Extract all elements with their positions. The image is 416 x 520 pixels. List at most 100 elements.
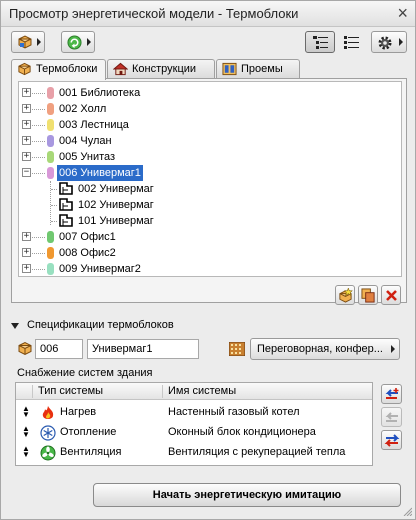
reorder-icon[interactable]: ▲ ▼	[22, 405, 30, 419]
tree-item-label: 007 Офис1	[59, 231, 116, 243]
tree-item[interactable]: + 005 Унитаз	[19, 149, 399, 165]
expand-icon[interactable]: +	[22, 264, 31, 273]
tree-item-label: 005 Унитаз	[59, 151, 116, 163]
tree-view-button[interactable]	[305, 31, 335, 53]
tree-item-label: 002 Холл	[59, 103, 107, 115]
cube-icon	[18, 35, 32, 49]
expand-icon[interactable]: +	[22, 104, 31, 113]
house-icon	[113, 62, 128, 76]
tree-item[interactable]: + 007 Офис1	[19, 229, 399, 245]
section-header[interactable]: Спецификации термоблоков	[27, 319, 174, 331]
refresh-button[interactable]	[61, 31, 95, 53]
remove-system-button[interactable]	[381, 407, 402, 427]
system-row[interactable]: ▲ ▼ Отопление Оконный блок кондиционера	[16, 423, 372, 443]
tab-constructions[interactable]: Конструкции	[107, 59, 215, 79]
expand-icon[interactable]: +	[22, 152, 31, 161]
tree-item-label: 101 Универмаг	[78, 215, 154, 227]
tree-child-item[interactable]: 102 Универмаг	[19, 197, 399, 213]
tree-item-label: 001 Библиотека	[59, 87, 141, 99]
tree-item-label: 009 Универмаг2	[59, 263, 141, 275]
tab-label: Проемы	[241, 63, 283, 75]
tree-child-item[interactable]: 002 Универмаг	[19, 181, 399, 197]
tree-item-selected[interactable]: − 006 Универмаг1	[19, 165, 399, 181]
color-swatch	[47, 151, 54, 163]
expand-icon[interactable]: +	[22, 120, 31, 129]
reorder-icon[interactable]: ▲ ▼	[22, 425, 30, 439]
color-swatch	[47, 119, 54, 131]
settings-button[interactable]	[371, 31, 407, 53]
tree-child-item[interactable]: 101 Универмаг	[19, 213, 399, 229]
expand-icon[interactable]: +	[22, 88, 31, 97]
expand-icon[interactable]: +	[22, 248, 31, 257]
start-simulation-button[interactable]: Начать энергетическую имитацию	[93, 483, 401, 507]
tree-item-label: 006 Универмаг1	[57, 165, 143, 181]
reorder-icon[interactable]: ▲ ▼	[22, 445, 30, 459]
room-icon	[59, 198, 73, 211]
collapse-icon[interactable]: −	[22, 168, 31, 177]
tree-item[interactable]: + 003 Лестница	[19, 117, 399, 133]
thermoblock-id-field[interactable]: 006	[35, 339, 83, 359]
room-icon	[59, 182, 73, 195]
building-systems-list: Тип системы Имя системы ▲ ▼ Нагрев Настен…	[15, 382, 373, 466]
add-system-icon	[385, 388, 399, 399]
swap-icon	[384, 434, 400, 447]
add-system-button[interactable]	[381, 384, 402, 404]
tree-item-label: 003 Лестница	[59, 119, 129, 131]
tree-list-icon	[313, 36, 328, 49]
tree-item[interactable]: + 008 Офис2	[19, 245, 399, 261]
gear-icon	[378, 36, 392, 50]
remove-system-icon	[385, 412, 398, 422]
operation-profile-icon	[229, 342, 245, 356]
tree-item-label: 102 Универмаг	[78, 199, 154, 211]
list-icon	[344, 36, 359, 49]
color-swatch	[47, 247, 54, 259]
thermoblock-icon	[18, 62, 31, 76]
delete-thermoblock-button[interactable]	[381, 285, 401, 305]
system-row[interactable]: ▲ ▼ Вентиляция Вентиляция с рекуперацией …	[16, 443, 372, 463]
tree-item[interactable]: + 009 Универмаг2	[19, 261, 399, 276]
tree-item[interactable]: + 001 Библиотека	[19, 85, 399, 101]
column-header-name[interactable]: Имя системы	[168, 385, 236, 397]
resize-grip-icon[interactable]	[402, 506, 412, 516]
duplicate-thermoblock-button[interactable]	[358, 285, 378, 305]
tab-openings[interactable]: Проемы	[216, 59, 300, 79]
system-type: Нагрев	[60, 406, 97, 418]
thermoblock-icon	[18, 341, 32, 356]
operation-profile-dropdown[interactable]: Переговорная, конфер...	[250, 338, 400, 360]
tree-item-label: 004 Чулан	[59, 135, 112, 147]
new-thermoblock-button[interactable]	[335, 285, 355, 305]
color-swatch	[47, 231, 54, 243]
system-row[interactable]: ▲ ▼ Нагрев Настенный газовый котел	[16, 403, 372, 423]
color-swatch	[47, 263, 54, 275]
model-options-button[interactable]	[11, 31, 45, 53]
thermoblock-tree: + 001 Библиотека + 002 Холл + 003 Лестни…	[18, 81, 402, 277]
list-view-button[interactable]	[337, 31, 365, 53]
duplicate-block-icon	[361, 288, 375, 303]
tab-thermoblocks[interactable]: Термоблоки	[11, 59, 106, 80]
tree-item[interactable]: + 004 Чулан	[19, 133, 399, 149]
window-opening-icon	[222, 62, 237, 76]
tree-item[interactable]: + 002 Холл	[19, 101, 399, 117]
new-block-icon	[339, 288, 353, 303]
expand-icon[interactable]: +	[22, 232, 31, 241]
color-swatch	[47, 135, 54, 147]
color-swatch	[47, 167, 54, 179]
list-header: Тип системы Имя системы	[16, 383, 372, 400]
building-systems-label: Снабжение систем здания	[17, 367, 153, 379]
snowflake-icon	[40, 425, 56, 441]
thermoblock-name-field[interactable]: Универмаг1	[87, 339, 199, 359]
swap-systems-button[interactable]	[381, 430, 402, 450]
window-title: Просмотр энергетической модели - Термобл…	[9, 6, 299, 21]
energy-model-window: Просмотр энергетической модели - Термобл…	[0, 0, 416, 520]
close-icon[interactable]: ×	[397, 3, 408, 23]
collapse-section-icon[interactable]	[11, 323, 19, 329]
thermoblocks-panel: + 001 Библиотека + 002 Холл + 003 Лестни…	[11, 78, 407, 305]
expand-icon[interactable]: +	[22, 136, 31, 145]
system-type: Отопление	[60, 426, 117, 438]
system-name: Вентиляция с рекуперацией тепла	[168, 446, 346, 458]
system-name: Оконный блок кондиционера	[168, 426, 316, 438]
tab-label: Термоблоки	[36, 63, 98, 75]
column-header-type[interactable]: Тип системы	[38, 385, 103, 397]
title-bar: Просмотр энергетической модели - Термобл…	[1, 1, 415, 27]
system-name: Настенный газовый котел	[168, 406, 300, 418]
